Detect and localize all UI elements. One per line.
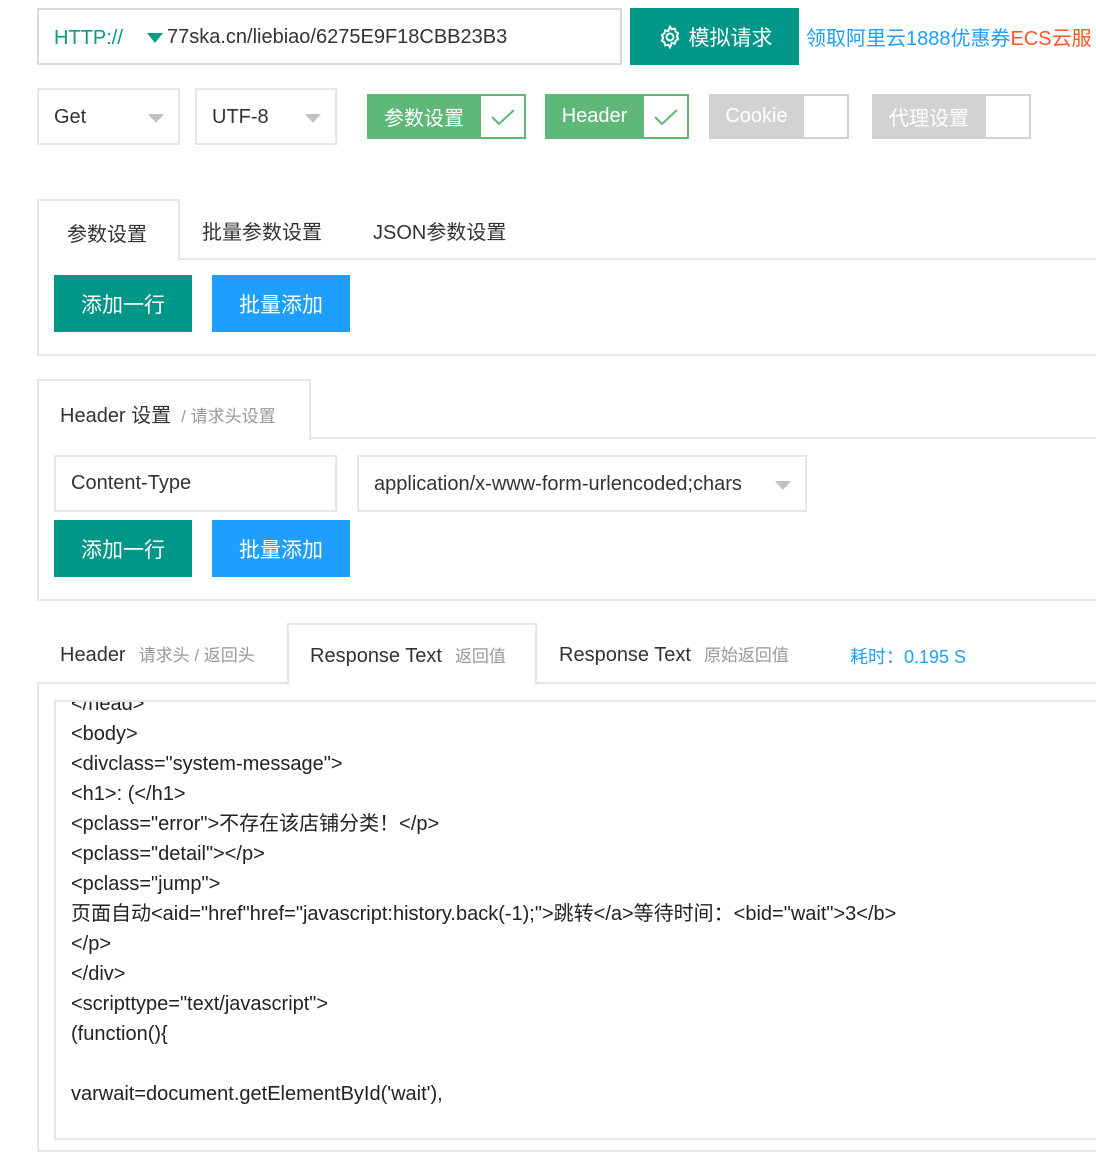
params-panel	[37, 258, 1096, 356]
params-add-row-button[interactable]: 添加一行	[54, 275, 192, 332]
timing-label: 耗时：0.195 S	[850, 647, 967, 667]
header-batch-add-button[interactable]: 批量添加	[212, 520, 350, 577]
method-select[interactable]: Get	[37, 88, 180, 145]
response-line: <pclass="detail"></p>	[71, 843, 265, 865]
url-bar: HTTP://	[37, 8, 622, 65]
proxy-toggle[interactable]: 代理设置	[872, 94, 1031, 139]
header-toggle[interactable]: Header	[545, 94, 689, 139]
tab-params-label: 参数设置	[67, 224, 147, 246]
params-toggle-label: 参数设置	[367, 94, 481, 139]
header-add-row-button[interactable]: 添加一行	[54, 520, 192, 577]
tab-response-raw[interactable]: Response Text 原始返回值	[559, 641, 789, 667]
charset-select[interactable]: UTF-8	[195, 88, 337, 145]
checkmark-icon-wrap	[644, 94, 689, 139]
response-line: varwait=document.getElementById('wait'),	[71, 1083, 443, 1105]
cookie-toggle[interactable]: Cookie	[709, 94, 849, 139]
response-line: <pclass="error">不存在该店铺分类！</p>	[71, 813, 440, 835]
checkmark-icon	[653, 108, 678, 125]
tab-batch-params[interactable]: 批量参数设置	[202, 216, 322, 245]
response-line: </div>	[71, 963, 126, 985]
proxy-toggle-label: 代理设置	[872, 94, 986, 139]
response-line: </p>	[71, 933, 112, 955]
tab-json-params[interactable]: JSON参数设置	[373, 216, 506, 245]
response-line	[71, 1049, 896, 1079]
method-value: Get	[54, 106, 87, 128]
checkmark-icon	[490, 108, 515, 125]
tab-response-text[interactable]: Response Text 返回值	[287, 623, 537, 685]
tab-response-header[interactable]: Header 请求头 / 返回头	[60, 641, 255, 667]
tab-response-raw-sub: 原始返回值	[703, 646, 789, 665]
charset-value: UTF-8	[212, 106, 269, 128]
header-value-select[interactable]: application/x-www-form-urlencoded;chars	[357, 455, 807, 512]
response-line: <scripttype="text/javascript">	[71, 993, 329, 1015]
header-value-text: application/x-www-form-urlencoded;chars	[374, 473, 742, 495]
tab-params[interactable]: 参数设置	[37, 199, 180, 261]
params-toggle[interactable]: 参数设置	[367, 94, 526, 139]
chevron-down-icon	[775, 481, 791, 490]
toggle-knob	[986, 94, 1031, 139]
response-line: <pclass="jump">	[71, 873, 221, 895]
tab-response-text-sub: 返回值	[454, 647, 506, 666]
tab-header-settings[interactable]: Header 设置 / 请求头设置	[37, 379, 311, 440]
header-settings-subtitle: / 请求头设置	[181, 407, 276, 426]
params-batch-add-button[interactable]: 批量添加	[212, 275, 350, 332]
response-textarea[interactable]: </head> <body> <divclass="system-message">…	[54, 700, 1096, 1140]
chevron-down-icon	[305, 114, 321, 123]
tab-response-header-sub: 请求头 / 返回头	[138, 646, 255, 665]
protocol-label[interactable]: HTTP://	[54, 27, 123, 50]
header-toggle-label: Header	[545, 94, 644, 139]
response-line: 页面自动<aid="href"href="javascript:history.…	[71, 903, 897, 925]
promo-text: 领取阿里云1888优惠券	[806, 28, 1011, 50]
simulate-request-button[interactable]: 模拟请求	[630, 8, 799, 65]
chevron-down-icon	[148, 114, 164, 123]
response-lines: </head> <body> <divclass="system-message">…	[71, 700, 897, 1109]
toggle-knob	[804, 94, 849, 139]
response-line: <divclass="system-message">	[71, 753, 343, 775]
response-line: <body>	[71, 723, 138, 745]
simulate-request-label: 模拟请求	[688, 26, 773, 50]
cookie-toggle-label: Cookie	[709, 94, 804, 139]
header-settings-title: Header 设置	[60, 405, 172, 427]
header-key-field[interactable]	[54, 455, 337, 512]
tab-response-raw-title: Response Text	[559, 644, 691, 666]
response-line: (function(){	[71, 1023, 168, 1045]
response-line: </head>	[71, 700, 145, 715]
gear-icon	[660, 24, 679, 49]
response-line: <h1>: (</h1>	[71, 783, 186, 805]
tab-response-text-title: Response Text	[310, 645, 442, 667]
promo-link[interactable]: 领取阿里云1888优惠券ECS云服	[806, 22, 1096, 51]
header-key-input[interactable]	[56, 457, 335, 510]
tab-response-header-title: Header	[60, 644, 126, 666]
protocol-dropdown-icon[interactable]	[147, 33, 163, 43]
promo-highlight: ECS云服	[1010, 28, 1092, 50]
checkmark-icon-wrap	[481, 94, 526, 139]
url-input[interactable]	[167, 18, 607, 56]
